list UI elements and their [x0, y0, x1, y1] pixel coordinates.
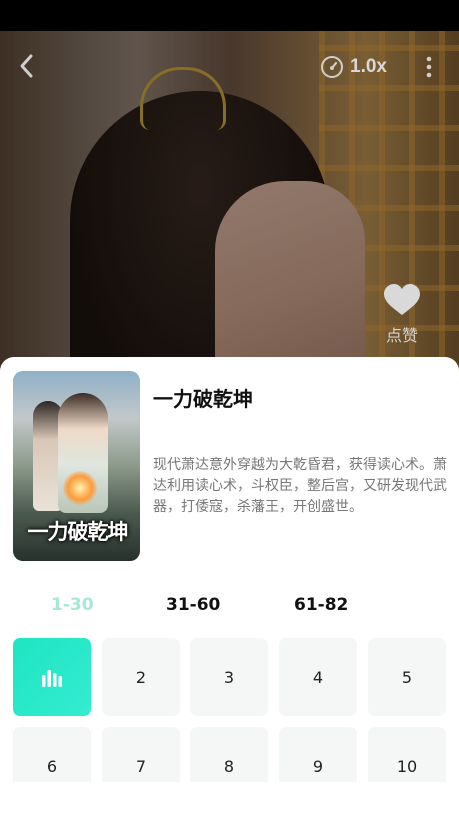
playing-bars-icon — [42, 670, 62, 687]
status-bar — [0, 0, 459, 31]
episode-cell-playing[interactable] — [13, 638, 91, 716]
more-vertical-icon — [426, 56, 432, 78]
cover-title: 一力破乾坤 — [27, 519, 129, 544]
like-label: 点赞 — [385, 326, 418, 345]
speed-dial-icon — [321, 56, 343, 78]
episode-cell[interactable]: 4 — [279, 638, 357, 716]
sheet-bottom-mask — [0, 782, 459, 816]
speed-button[interactable]: 1.0x — [320, 54, 387, 80]
speed-label: 1.0x — [350, 56, 387, 77]
drama-cover-image: 一力破乾坤 — [13, 371, 140, 561]
episode-cell[interactable]: 5 — [368, 638, 446, 716]
episode-cell[interactable]: 3 — [190, 638, 268, 716]
drama-title: 一力破乾坤 — [153, 387, 253, 411]
more-button[interactable] — [420, 53, 438, 81]
like-button[interactable]: 点赞 — [380, 284, 424, 346]
episode-cell[interactable]: 2 — [102, 638, 180, 716]
cover-glow — [63, 471, 97, 505]
tab-episodes-61-82[interactable]: 61-82 — [294, 595, 348, 615]
back-arrow-icon — [20, 54, 33, 78]
heart-icon — [384, 284, 420, 315]
drama-description: 现代萧达意外穿越为大乾昏君，获得读心术。萧达利用读心术，斗权臣，整后宫，又研发现… — [153, 457, 447, 515]
tab-episodes-1-30[interactable]: 1-30 — [51, 595, 94, 615]
tab-episodes-31-60[interactable]: 31-60 — [166, 595, 220, 615]
back-button[interactable] — [14, 52, 42, 80]
episode-sheet: 一力破乾坤 一力破乾坤 现代萧达意外穿越为大乾昏君，获得读心术。萧达利用读心术，… — [0, 357, 459, 816]
